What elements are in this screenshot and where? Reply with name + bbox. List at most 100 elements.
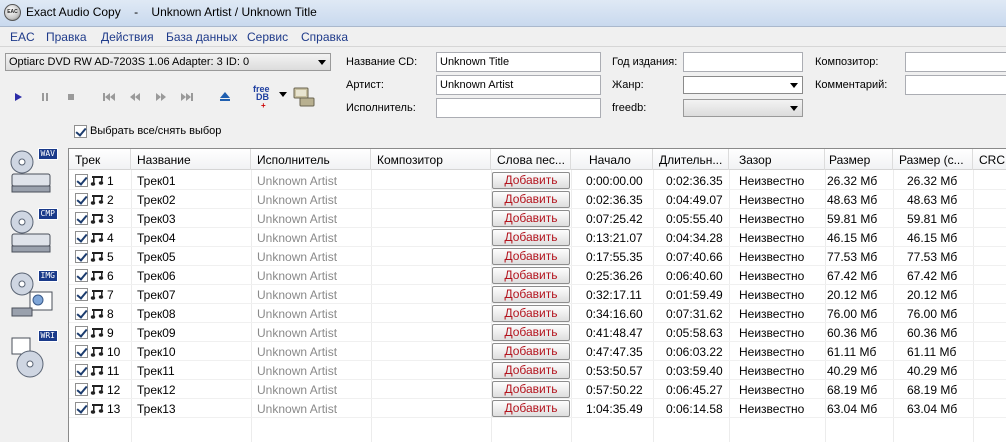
title-cell: Трек12 [137, 383, 176, 397]
track-checkbox[interactable] [75, 269, 88, 282]
column-header-size-compressed[interactable]: Размер (с... [893, 149, 973, 170]
menu-actions[interactable]: Действия [101, 30, 154, 44]
table-row[interactable]: 13 Трек13 Unknown Artist 1:04:35.49 0:06:14.… [69, 399, 1006, 418]
table-row[interactable]: 7 Трек07 Unknown Artist 0:32:17.11 0:01:59.4… [69, 285, 1006, 304]
column-header-size[interactable]: Размер [825, 149, 893, 170]
column-header-title[interactable]: Название [131, 149, 251, 170]
menu-eac[interactable]: EAC [10, 30, 35, 44]
eject-icon[interactable] [217, 89, 233, 105]
add-lyrics-button[interactable]: Добавить [492, 248, 570, 265]
add-lyrics-button[interactable]: Добавить [492, 400, 570, 417]
add-lyrics-button[interactable]: Добавить [492, 191, 570, 208]
column-header-crc[interactable]: CRC: [973, 149, 1006, 170]
menu-help[interactable]: Справка [301, 30, 348, 44]
table-row[interactable]: 9 Трек09 Unknown Artist 0:41:48.47 0:05:58.6… [69, 323, 1006, 342]
freedb-icon[interactable]: free DB + [251, 84, 277, 110]
table-row[interactable]: 10 Трек10 Unknown Artist 0:47:47.35 0:06:03.… [69, 342, 1006, 361]
column-header-lyrics[interactable]: Слова пес... [491, 149, 571, 170]
add-lyrics-button[interactable]: Добавить [492, 172, 570, 189]
track-checkbox[interactable] [75, 364, 88, 377]
stop-icon[interactable] [63, 89, 79, 105]
add-lyrics-button[interactable]: Добавить [492, 286, 570, 303]
artist-cell: Unknown Artist [257, 402, 338, 416]
column-header-composer[interactable]: Композитор [371, 149, 491, 170]
copy-compress-button[interactable]: CMP [8, 208, 58, 266]
performer-field[interactable] [436, 98, 601, 118]
table-row[interactable]: 4 Трек04 Unknown Artist 0:13:21.07 0:04:34.2… [69, 228, 1006, 247]
add-lyrics-button[interactable]: Добавить [492, 381, 570, 398]
track-checkbox[interactable] [75, 326, 88, 339]
title-cell: Трек04 [137, 231, 176, 245]
artist-cell: Unknown Artist [257, 364, 338, 378]
comment-label: Комментарий: [815, 79, 888, 91]
eac-app-icon[interactable]: EAC [4, 4, 21, 21]
table-row[interactable]: 1 Трек01 Unknown Artist 0:00:00.00 0:02:36.3… [69, 171, 1006, 190]
title-bar[interactable]: EAC Exact Audio Copy - Unknown Artist / … [0, 0, 1006, 27]
copy-to-wav-button[interactable]: WAV [8, 148, 58, 206]
track-checkbox[interactable] [75, 307, 88, 320]
track-checkbox[interactable] [75, 383, 88, 396]
column-header-artist[interactable]: Исполнитель [251, 149, 371, 170]
track-number-cell: 9 [107, 326, 114, 340]
track-checkbox[interactable] [75, 174, 88, 187]
track-number-cell: 8 [107, 307, 114, 321]
genre-select[interactable] [683, 76, 803, 94]
artist-field[interactable]: Unknown Artist [436, 75, 601, 95]
table-row[interactable]: 12 Трек12 Unknown Artist 0:57:50.22 0:06:45.… [69, 380, 1006, 399]
table-row[interactable]: 5 Трек05 Unknown Artist 0:17:55.35 0:07:40.6… [69, 247, 1006, 266]
freedb-select[interactable] [683, 99, 803, 117]
play-icon[interactable] [10, 89, 26, 105]
menu-database[interactable]: База данных [166, 30, 237, 44]
size-cell: 46.15 Мб [827, 231, 878, 245]
genre-label: Жанр: [612, 79, 644, 91]
track-checkbox[interactable] [75, 231, 88, 244]
track-checkbox[interactable] [75, 288, 88, 301]
add-lyrics-button[interactable]: Добавить [492, 229, 570, 246]
copy-image-button[interactable]: IMG [8, 270, 58, 328]
start-cell: 0:41:48.47 [586, 326, 643, 340]
title-cell: Трек03 [137, 212, 176, 226]
column-header-start[interactable]: Начало [571, 149, 653, 170]
artist-cell: Unknown Artist [257, 174, 338, 188]
write-cd-button[interactable]: WRI [8, 330, 58, 388]
drive-select[interactable]: Optiarc DVD RW AD-7203S 1.06 Adapter: 3 … [5, 53, 331, 71]
table-row[interactable]: 11 Трек11 Unknown Artist 0:53:50.57 0:03:59.… [69, 361, 1006, 380]
track-checkbox[interactable] [75, 345, 88, 358]
track-checkbox[interactable] [75, 212, 88, 225]
add-lyrics-button[interactable]: Добавить [492, 362, 570, 379]
fast-forward-icon[interactable] [153, 89, 169, 105]
add-lyrics-button[interactable]: Добавить [492, 210, 570, 227]
pause-icon[interactable] [37, 89, 53, 105]
next-track-icon[interactable] [179, 89, 195, 105]
previous-track-icon[interactable] [101, 89, 117, 105]
year-field[interactable] [683, 52, 803, 72]
menu-edit[interactable]: Правка [46, 30, 87, 44]
cd-title-field[interactable]: Unknown Title [436, 52, 601, 72]
column-header-track[interactable]: Трек [69, 149, 131, 170]
table-row[interactable]: 8 Трек08 Unknown Artist 0:34:16.60 0:07:31.6… [69, 304, 1006, 323]
music-note-icon [90, 271, 104, 281]
track-number-cell: 12 [107, 383, 121, 397]
add-lyrics-button[interactable]: Добавить [492, 324, 570, 341]
add-lyrics-button[interactable]: Добавить [492, 305, 570, 322]
comment-field[interactable] [905, 75, 1006, 95]
freedb-dropdown-arrow-icon[interactable] [279, 92, 287, 98]
add-lyrics-button[interactable]: Добавить [492, 343, 570, 360]
artist-cell: Unknown Artist [257, 345, 338, 359]
select-all-checkbox[interactable] [74, 125, 87, 138]
menu-tools[interactable]: Сервис [247, 30, 288, 44]
rewind-icon[interactable] [127, 89, 143, 105]
column-header-gap[interactable]: Зазор [729, 149, 825, 170]
track-checkbox[interactable] [75, 250, 88, 263]
table-row[interactable]: 6 Трек06 Unknown Artist 0:25:36.26 0:06:40.6… [69, 266, 1006, 285]
column-header-length[interactable]: Длительн... [653, 149, 729, 170]
add-lyrics-button[interactable]: Добавить [492, 267, 570, 284]
track-checkbox[interactable] [75, 193, 88, 206]
table-row[interactable]: 3 Трек03 Unknown Artist 0:07:25.42 0:05:55.4… [69, 209, 1006, 228]
composer-field[interactable] [905, 52, 1006, 72]
gap-cell: Неизвестно [739, 193, 805, 207]
length-cell: 0:03:59.40 [666, 364, 723, 378]
track-checkbox[interactable] [75, 402, 88, 415]
network-icon[interactable] [291, 86, 315, 108]
table-row[interactable]: 2 Трек02 Unknown Artist 0:02:36.35 0:04:49.0… [69, 190, 1006, 209]
